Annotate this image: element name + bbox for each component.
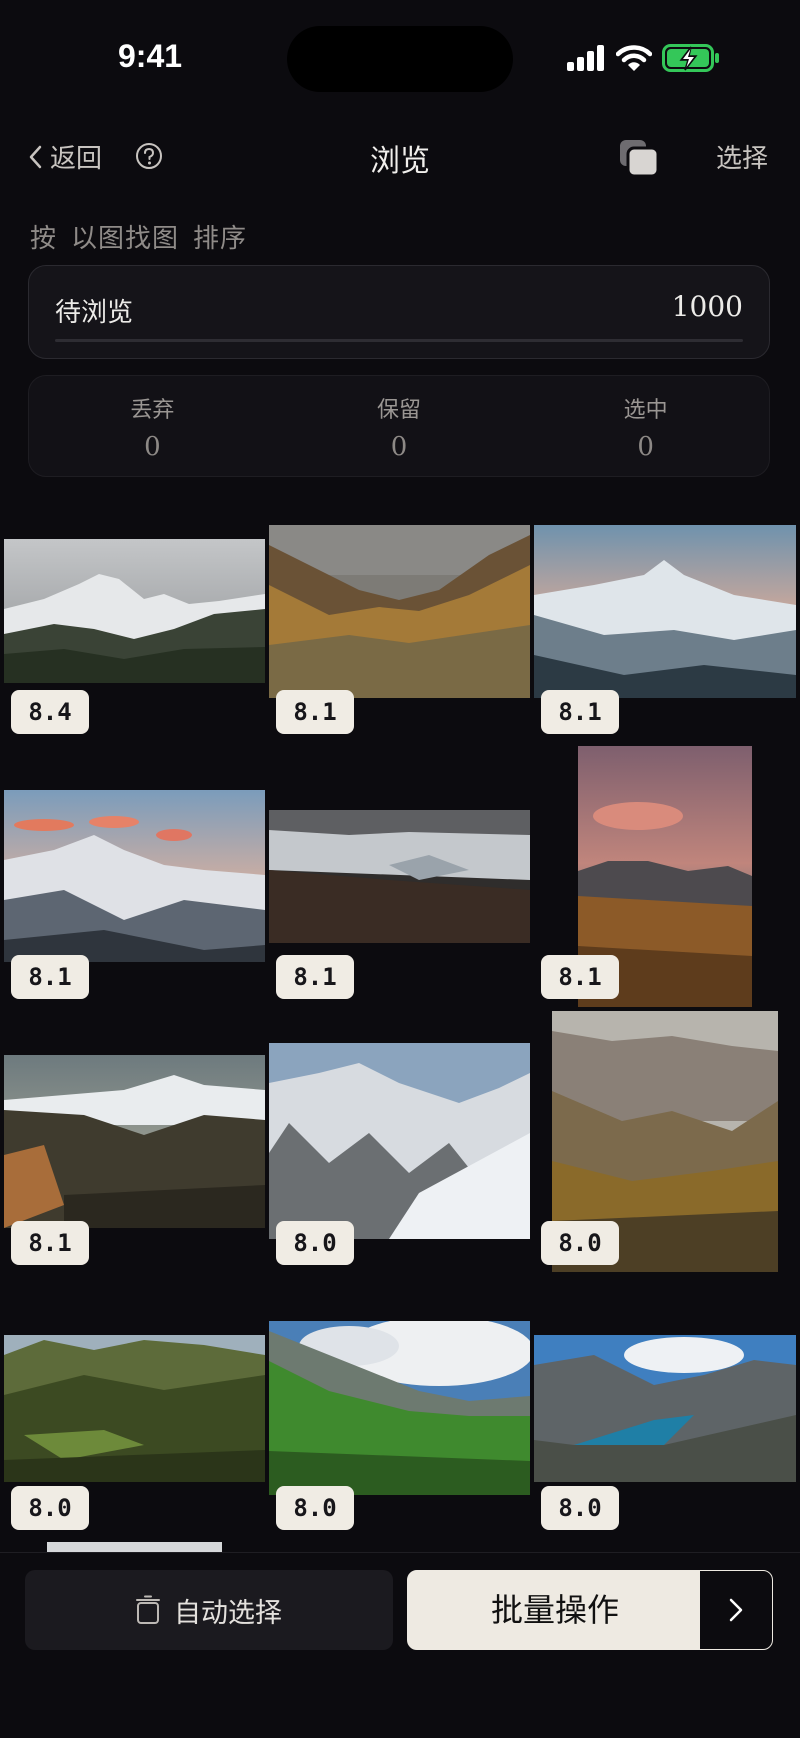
score-badge: 8.0 xyxy=(11,1486,89,1530)
page-title: 浏览 xyxy=(370,144,430,179)
dynamic-island xyxy=(287,26,513,92)
chevron-right-icon xyxy=(729,1598,743,1622)
stat-label: 丢弃 xyxy=(130,398,175,423)
pending-progress-track xyxy=(55,339,743,342)
photo-thumbnail[interactable] xyxy=(4,1055,265,1228)
score-badge: 8.4 xyxy=(11,690,89,734)
status-time: 9:41 xyxy=(118,38,183,74)
photo-thumbnail[interactable] xyxy=(269,1043,530,1239)
stack-view-icon[interactable] xyxy=(618,138,660,178)
photo-thumbnail[interactable] xyxy=(4,539,265,683)
score-badge: 8.1 xyxy=(276,955,354,999)
batch-action-button[interactable]: 批量操作 xyxy=(407,1570,773,1650)
score-badge: 8.0 xyxy=(541,1221,619,1265)
select-button[interactable]: 选择 xyxy=(716,138,768,175)
sort-method[interactable]: 以图找图 xyxy=(71,224,179,254)
score-badge: 8.1 xyxy=(541,955,619,999)
score-badge: 8.0 xyxy=(541,1486,619,1530)
batch-expand-button[interactable] xyxy=(699,1571,772,1649)
pending-count: 1000 xyxy=(671,290,743,323)
photo-thumbnail[interactable] xyxy=(4,790,265,962)
score-badge: 8.1 xyxy=(541,690,619,734)
pending-card: 待浏览 1000 xyxy=(28,265,770,359)
photo-thumbnail[interactable] xyxy=(269,525,530,698)
photo-thumbnail[interactable] xyxy=(269,1321,530,1495)
sort-prefix: 按 xyxy=(30,224,58,254)
battery-charging-icon xyxy=(662,44,719,72)
stat-discard: 丢弃 0 xyxy=(29,376,276,476)
score-badge: 8.0 xyxy=(276,1486,354,1530)
stat-value: 0 xyxy=(637,432,654,462)
auto-select-label: 自动选择 xyxy=(174,1597,282,1629)
score-badge: 8.1 xyxy=(11,955,89,999)
photo-thumbnail[interactable] xyxy=(47,1542,222,1552)
stat-label: 保留 xyxy=(377,398,422,423)
sort-suffix: 排序 xyxy=(193,224,248,254)
pending-label: 待浏览 xyxy=(55,298,134,328)
chevron-left-icon xyxy=(29,145,42,168)
stat-selected: 选中 0 xyxy=(522,376,769,476)
cellular-signal-icon xyxy=(567,45,604,71)
trash-icon xyxy=(136,1595,160,1624)
score-badge: 8.0 xyxy=(276,1221,354,1265)
auto-select-button[interactable]: 自动选择 xyxy=(25,1570,393,1650)
batch-action-label: 批量操作 xyxy=(490,1591,619,1629)
wifi-icon xyxy=(616,45,652,71)
stat-label: 选中 xyxy=(623,398,668,423)
stat-value: 0 xyxy=(390,432,408,462)
sort-description[interactable]: 按以图找图 排序 xyxy=(30,218,261,255)
back-label: 返回 xyxy=(50,144,103,174)
photo-thumbnail[interactable] xyxy=(534,1335,796,1482)
help-icon[interactable] xyxy=(135,142,163,170)
photo-thumbnail[interactable] xyxy=(269,810,530,943)
status-icons xyxy=(566,40,720,76)
photo-thumbnail[interactable] xyxy=(4,1335,265,1482)
back-button[interactable]: 返回 xyxy=(28,138,102,175)
photo-thumbnail[interactable] xyxy=(534,525,796,698)
stat-value: 0 xyxy=(144,432,161,462)
stats-card: 丢弃 0 保留 0 选中 0 xyxy=(28,375,770,477)
bottom-divider xyxy=(0,1552,800,1553)
stat-keep: 保留 0 xyxy=(276,376,523,476)
score-badge: 8.1 xyxy=(11,1221,89,1265)
score-badge: 8.1 xyxy=(276,690,354,734)
